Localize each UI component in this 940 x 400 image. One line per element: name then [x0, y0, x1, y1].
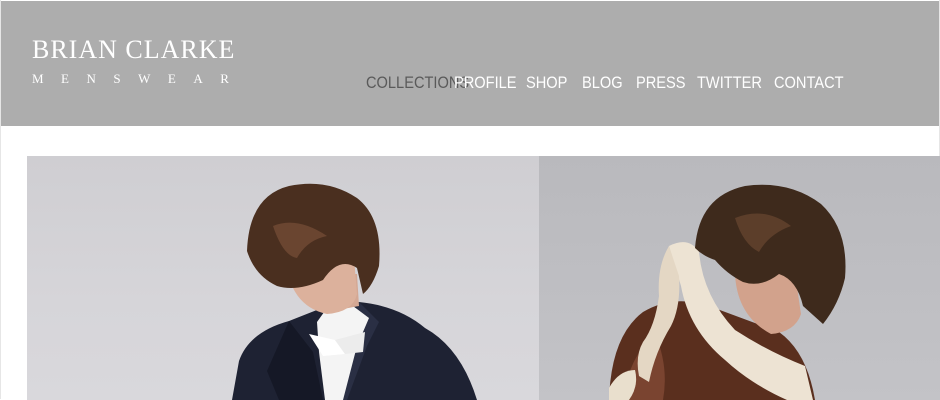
brand-title: BRIAN CLARKE [32, 35, 236, 64]
model-shearling-jacket-image [609, 184, 846, 400]
model-navy-jacket-image [232, 183, 477, 400]
collection-photo-right[interactable] [539, 156, 940, 400]
main-nav: COLLECTIONS PROFILE SHOP BLOG PRESS TWIT… [366, 71, 844, 95]
collection-photo-left[interactable] [27, 156, 539, 400]
nav-item-shop[interactable]: SHOP [526, 73, 567, 93]
nav-item-contact[interactable]: CONTACT [774, 73, 844, 93]
nav-item-twitter[interactable]: TWITTER [697, 73, 762, 93]
brand-logo[interactable]: BRIAN CLARKE MENSWEAR [32, 35, 247, 86]
nav-item-profile[interactable]: PROFILE [454, 73, 517, 93]
nav-item-press[interactable]: PRESS [636, 73, 686, 93]
brand-subtitle: MENSWEAR [32, 71, 247, 86]
site-header: BRIAN CLARKE MENSWEAR COLLECTIONS PROFIL… [1, 1, 939, 126]
nav-item-blog[interactable]: BLOG [582, 73, 623, 93]
collection-gallery [27, 156, 940, 400]
